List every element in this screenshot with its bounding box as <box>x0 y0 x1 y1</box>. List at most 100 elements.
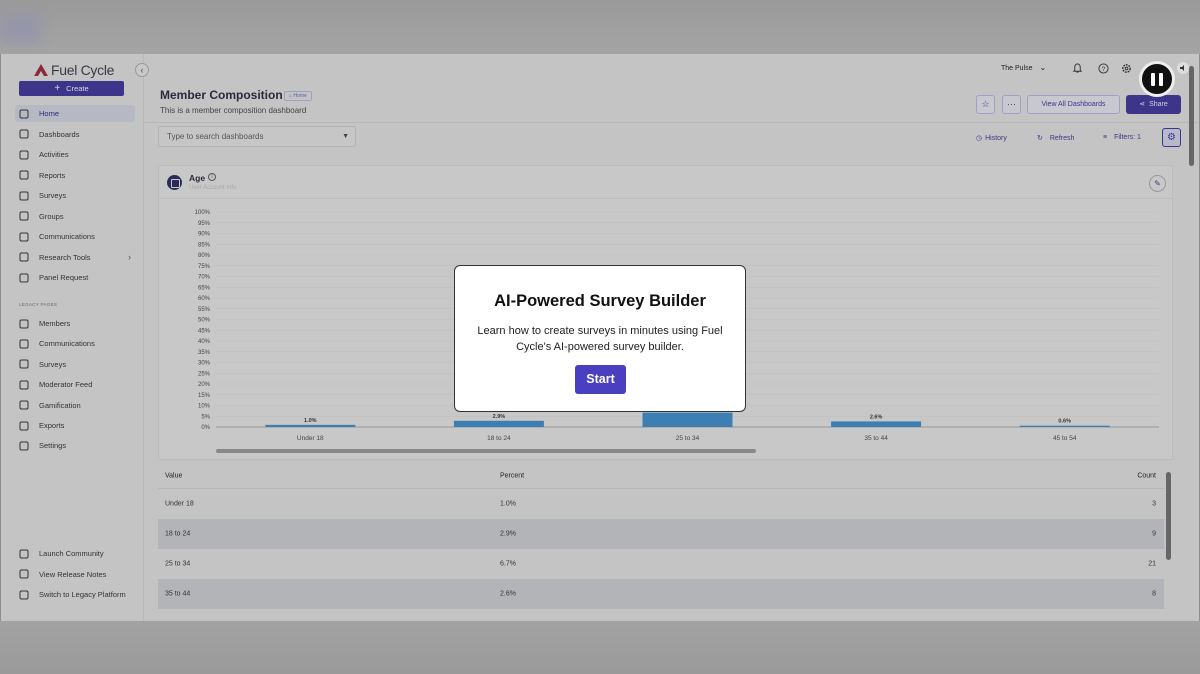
legacy-item-members[interactable]: Members <box>15 315 135 332</box>
table-scrollbar[interactable] <box>1166 472 1171 560</box>
caret-down-icon: ▼ <box>342 133 349 140</box>
bell-icon[interactable] <box>1072 63 1083 74</box>
gear-icon: ⚙ <box>1167 132 1176 143</box>
sidebar: Fuel Cycle ‹ + Create Home Dashboards Activ… <box>1 54 149 621</box>
sidebar-item-dashboards[interactable]: Dashboards <box>15 126 135 143</box>
cell-count: 9 <box>1152 530 1156 538</box>
footer-item-view-release-notes[interactable]: View Release Notes <box>15 566 135 583</box>
cell-percent: 2.9% <box>500 530 516 538</box>
dashboard-settings-button[interactable]: ⚙ <box>1162 128 1181 147</box>
more-icon: ··· <box>1007 99 1016 109</box>
legacy-item-settings[interactable]: Settings <box>15 437 135 454</box>
workspace-selector[interactable]: The Pulse ⌄ <box>1001 63 1046 72</box>
cell-percent: 6.7% <box>500 560 516 568</box>
chart-scrollbar[interactable] <box>216 449 756 453</box>
table-row: 35 to 44 2.6% 8 <box>158 579 1164 609</box>
cell-percent: 2.6% <box>500 590 516 598</box>
sidebar-item-home[interactable]: Home <box>15 105 135 122</box>
footer-item-launch-community[interactable]: Launch Community <box>15 545 135 562</box>
legacy-item-gamification[interactable]: Gamification <box>15 397 135 414</box>
legacy-item-communications[interactable]: Communications <box>15 335 135 352</box>
sidebar-item-communications[interactable]: Communications <box>15 228 135 245</box>
dashboard-search-input[interactable]: Type to search dashboards ▼ <box>158 126 356 147</box>
x-tick-label: 25 to 34 <box>676 435 700 442</box>
sidebar-item-surveys[interactable]: Surveys <box>15 187 135 204</box>
sidebar-item-label: Activities <box>39 150 69 159</box>
legacy-item-label: Moderator Feed <box>39 380 93 390</box>
history-button[interactable]: ◷ History <box>976 134 1007 143</box>
sidebar-item-panel-request[interactable]: Panel Request <box>15 269 135 286</box>
y-tick-label: 0% <box>201 425 210 431</box>
home-badge: ⌂ Home <box>284 91 312 101</box>
footer-item-label: Launch Community <box>39 549 104 558</box>
legacy-item-label: Settings <box>39 441 67 451</box>
refresh-button[interactable]: ↻ Refresh <box>1037 134 1074 143</box>
star-icon: ☆ <box>981 99 990 109</box>
sidebar-item-activities[interactable]: Activities <box>15 146 135 163</box>
sidebar-item-label: Panel Request <box>39 273 89 282</box>
volume-icon[interactable] <box>1177 62 1189 74</box>
more-options-button[interactable]: ··· <box>1002 95 1021 114</box>
bar <box>642 412 733 427</box>
y-tick-label: 25% <box>198 371 211 377</box>
table-header: Value Percent Count <box>158 464 1164 489</box>
header-percent[interactable]: Percent <box>500 473 524 480</box>
logo[interactable]: Fuel Cycle <box>34 62 114 78</box>
footer-item-switch-to-legacy-platform[interactable]: Switch to Legacy Platform <box>15 586 135 603</box>
collapse-sidebar-button[interactable]: ‹ <box>135 63 149 77</box>
y-tick-label: 40% <box>198 339 211 345</box>
logo-mark-icon <box>34 64 48 76</box>
sidebar-item-label: Research Tools <box>39 252 91 262</box>
gear-icon[interactable] <box>1121 63 1132 74</box>
y-tick-label: 75% <box>198 264 211 270</box>
sidebar-item-groups[interactable]: Groups <box>15 208 135 225</box>
y-tick-label: 50% <box>198 318 211 324</box>
start-button[interactable]: Start <box>575 365 626 394</box>
legacy-item-moderator-feed[interactable]: Moderator Feed <box>15 376 135 393</box>
bar <box>1019 425 1110 427</box>
filters-label: Filters: 1 <box>1114 134 1141 141</box>
group-add-icon <box>19 211 29 221</box>
y-tick-label: 5% <box>201 414 210 420</box>
y-tick-label: 20% <box>198 382 211 388</box>
trend-icon <box>19 170 29 180</box>
view-all-dashboards-button[interactable]: View All Dashboards <box>1027 95 1120 114</box>
dashboard-icon <box>19 129 29 139</box>
legacy-item-exports[interactable]: Exports <box>15 417 135 434</box>
ai-survey-builder-modal: AI-Powered Survey Builder Learn how to c… <box>454 265 746 412</box>
cell-percent: 1.0% <box>500 500 516 508</box>
create-button[interactable]: + Create <box>19 81 124 96</box>
sidebar-item-reports[interactable]: Reports <box>15 167 135 184</box>
share-button[interactable]: ⋖ Share <box>1126 95 1181 114</box>
backdrop-bottom <box>0 621 1200 674</box>
legacy-item-label: Gamification <box>39 400 81 410</box>
y-tick-label: 15% <box>198 393 211 399</box>
x-tick-label: 18 to 24 <box>487 435 511 442</box>
header-count[interactable]: Count <box>1137 473 1156 480</box>
export-icon <box>19 421 29 431</box>
home-icon <box>19 109 29 119</box>
sidebar-item-label: Home <box>39 109 60 118</box>
mail-icon <box>19 339 29 349</box>
sidebar-item-label: Communications <box>39 232 95 241</box>
favorite-button[interactable]: ☆ <box>976 95 995 114</box>
filters-button[interactable]: ≡ Filters: 1 <box>1103 134 1141 141</box>
y-tick-label: 80% <box>198 253 211 259</box>
chevron-right-icon: › <box>128 252 131 262</box>
cell-value: Under 18 <box>165 500 194 508</box>
y-tick-label: 35% <box>198 350 211 356</box>
edit-widget-button[interactable]: ✎ <box>1149 175 1166 192</box>
header-value[interactable]: Value <box>165 473 182 480</box>
cell-value: 35 to 44 <box>165 590 191 598</box>
info-icon[interactable]: i <box>208 173 216 181</box>
pause-button[interactable] <box>1139 61 1175 97</box>
sidebar-item-label: Reports <box>39 170 66 180</box>
y-tick-label: 30% <box>198 361 211 367</box>
page-scrollbar[interactable] <box>1189 66 1194 166</box>
sidebar-item-research-tools[interactable]: Research Tools › <box>15 249 135 266</box>
help-icon[interactable]: ? <box>1098 63 1109 74</box>
filter-icon: ≡ <box>1103 134 1108 141</box>
x-tick-label: 35 to 44 <box>864 435 888 442</box>
y-tick-label: 45% <box>198 328 211 334</box>
legacy-item-surveys[interactable]: Surveys <box>15 356 135 373</box>
